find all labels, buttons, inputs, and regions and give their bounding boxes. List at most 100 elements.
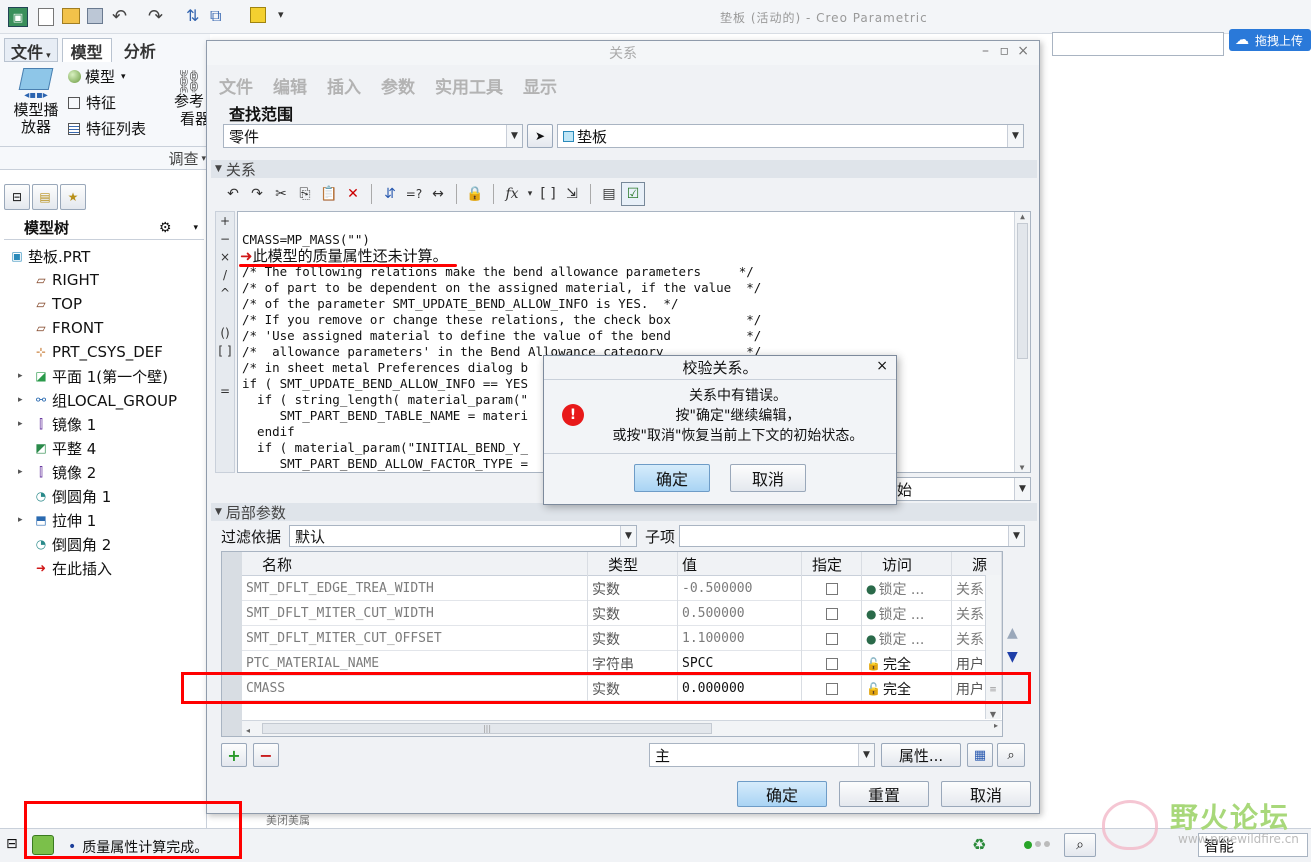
remove-param-button[interactable]: − bbox=[253, 743, 279, 767]
editor-scrollbar[interactable]: ▲ ▼ bbox=[1014, 212, 1030, 472]
verify-ok-button[interactable]: 确定 bbox=[634, 464, 710, 492]
menu-params[interactable]: 参数 bbox=[381, 73, 415, 98]
op-minus[interactable]: − bbox=[216, 230, 234, 248]
op-plus[interactable]: + bbox=[216, 212, 234, 230]
close-icon[interactable]: × bbox=[876, 358, 888, 374]
tree-item[interactable]: ⊹ PRT_CSYS_DEF bbox=[18, 340, 163, 364]
regenerate-icon[interactable]: ⇅ bbox=[186, 6, 199, 25]
switch-dims-icon[interactable]: ⇵ bbox=[378, 182, 402, 206]
redo-icon[interactable]: ↷ bbox=[148, 6, 163, 27]
tab-file[interactable]: 文件 ▾ bbox=[4, 38, 58, 62]
column-header[interactable]: 值 bbox=[678, 552, 802, 576]
sort-icon[interactable]: ⇲ bbox=[560, 182, 584, 206]
tab-folder-browser[interactable]: ▤ bbox=[32, 184, 58, 210]
tab-model-tree[interactable]: ⊟ bbox=[4, 184, 30, 210]
upload-button[interactable]: ☁ 拖拽上传 bbox=[1229, 29, 1311, 51]
expand-icon[interactable]: ▸ bbox=[18, 395, 32, 405]
part-select[interactable]: 垫板 ▼ bbox=[557, 124, 1024, 148]
paste-icon[interactable]: 📋 bbox=[317, 182, 341, 206]
designate-checkbox[interactable] bbox=[802, 626, 862, 651]
reset-button[interactable]: 重置 bbox=[839, 781, 929, 807]
delete-icon[interactable]: ✕ bbox=[341, 182, 365, 206]
op-paren[interactable]: () bbox=[216, 324, 234, 342]
windows-icon[interactable]: ⧉ bbox=[210, 6, 221, 26]
table-row[interactable]: SMT_DFLT_MITER_CUT_WIDTH 实数 0.500000 ● 锁定 ..… bbox=[242, 601, 1002, 626]
cell-type[interactable]: 实数 bbox=[588, 626, 678, 651]
tab-model[interactable]: 模型 bbox=[61, 38, 112, 62]
op-equals[interactable]: = bbox=[216, 382, 234, 400]
tree-toggle-icon[interactable]: ⊟ bbox=[6, 836, 18, 852]
op-bracket[interactable]: [ ] bbox=[216, 342, 234, 360]
tree-item[interactable]: ▱ TOP bbox=[18, 292, 82, 316]
chevron-down-icon[interactable]: ▾ bbox=[524, 182, 536, 206]
function-icon[interactable]: fx bbox=[500, 182, 524, 206]
brackets-icon[interactable]: [ ] bbox=[536, 182, 560, 206]
add-param-button[interactable]: + bbox=[221, 743, 247, 767]
find-icon[interactable]: ⌕ bbox=[1064, 833, 1096, 857]
child-select[interactable]: ▼ bbox=[679, 525, 1025, 547]
hidden-combo[interactable]: 始 ▼ bbox=[891, 477, 1031, 501]
tree-item[interactable]: ▸ ⬒ 拉伸 1 bbox=[18, 508, 96, 532]
main-select[interactable]: 主 ▼ bbox=[649, 743, 875, 767]
tree-item[interactable]: ▱ FRONT bbox=[18, 316, 103, 340]
tree-item[interactable]: ▸ ◪ 平面 1(第一个壁) bbox=[18, 364, 168, 388]
designate-checkbox[interactable] bbox=[802, 576, 862, 601]
lock-icon[interactable]: 🔒 bbox=[463, 182, 487, 206]
show-dim-icon[interactable]: ↔ bbox=[426, 182, 450, 206]
tree-item[interactable]: ➜ 在此插入 bbox=[18, 556, 112, 580]
undo-icon[interactable]: ↶ bbox=[221, 182, 245, 206]
reference-viewer-button[interactable]: ⛓ 参考 看器 bbox=[168, 72, 210, 129]
cell-name[interactable]: SMT_DFLT_MITER_CUT_OFFSET bbox=[242, 626, 588, 651]
feature-list-button[interactable]: 特征列表 bbox=[68, 118, 146, 139]
cell-type[interactable]: 实数 bbox=[588, 576, 678, 601]
feature-button[interactable]: 特征 bbox=[68, 92, 116, 113]
menu-insert[interactable]: 插入 bbox=[327, 73, 361, 98]
chevron-down-icon[interactable]: ▾ bbox=[193, 223, 198, 233]
tree-item[interactable]: ◩ 平整 4 bbox=[18, 436, 96, 460]
cell-type[interactable]: 实数 bbox=[588, 601, 678, 626]
tree-item[interactable]: ▸ ⚯ 组LOCAL_GROUP bbox=[18, 388, 177, 412]
app-icon[interactable]: ▣ bbox=[8, 7, 28, 27]
tree-item[interactable]: ◔ 倒圆角 1 bbox=[18, 484, 112, 508]
relations-section-header[interactable]: ▼ 关系 bbox=[211, 160, 1037, 179]
cancel-button[interactable]: 取消 bbox=[941, 781, 1031, 807]
column-header[interactable]: 类型 bbox=[588, 552, 678, 576]
units-icon[interactable]: ▤ bbox=[597, 182, 621, 206]
menu-display[interactable]: 显示 bbox=[523, 73, 557, 98]
redo-icon[interactable]: ↷ bbox=[245, 182, 269, 206]
move-up-icon[interactable]: ▲ bbox=[1007, 625, 1018, 641]
model-button[interactable]: 模型 ▾ bbox=[68, 66, 126, 87]
table-row[interactable]: SMT_DFLT_EDGE_TREA_WIDTH 实数 -0.500000 ● 锁定 .… bbox=[242, 576, 1002, 601]
tree-item[interactable]: ▱ RIGHT bbox=[18, 268, 99, 292]
tab-analysis[interactable]: 分析 bbox=[116, 38, 164, 62]
customize-icon[interactable]: ▾ bbox=[278, 8, 284, 21]
table-view-icon[interactable]: ▦ bbox=[967, 743, 993, 767]
tree-item[interactable]: ▣ 垫板.PRT bbox=[8, 244, 90, 268]
select-pointer-button[interactable]: ➤ bbox=[527, 124, 553, 148]
copy-icon[interactable]: ⎘ bbox=[293, 182, 317, 206]
tree-item[interactable]: ◔ 倒圆角 2 bbox=[18, 532, 112, 556]
op-power[interactable]: ^ bbox=[216, 284, 234, 302]
column-header[interactable]: 名称 bbox=[242, 552, 588, 576]
ok-button[interactable]: 确定 bbox=[737, 781, 827, 807]
cell-access[interactable]: ● 锁定 ... bbox=[862, 626, 952, 651]
find-param-icon[interactable]: ⌕ bbox=[997, 743, 1025, 767]
model-player-button[interactable]: ◂▪▪▸ 模型播 放器 bbox=[8, 66, 64, 142]
move-down-icon[interactable]: ▼ bbox=[1007, 649, 1018, 665]
cell-name[interactable]: SMT_DFLT_EDGE_TREA_WIDTH bbox=[242, 576, 588, 601]
column-header[interactable]: 指定 bbox=[802, 552, 862, 576]
regen-status-icon[interactable]: ♻ bbox=[972, 835, 986, 854]
expand-icon[interactable]: ▸ bbox=[18, 467, 32, 477]
cell-access[interactable]: ● 锁定 ... bbox=[862, 576, 952, 601]
undo-icon[interactable]: ↶ bbox=[112, 6, 127, 27]
evaluate-icon[interactable]: =? bbox=[402, 182, 426, 206]
column-header[interactable]: 访问 bbox=[862, 552, 952, 576]
cell-value[interactable]: 1.100000 bbox=[678, 626, 802, 651]
tab-favorites[interactable]: ★ bbox=[60, 184, 86, 210]
verify-cancel-button[interactable]: 取消 bbox=[730, 464, 806, 492]
close-icon[interactable]: × bbox=[1017, 43, 1029, 59]
tree-item[interactable]: ▸ ⫿ 镜像 1 bbox=[18, 412, 96, 436]
expand-icon[interactable]: ▸ bbox=[18, 515, 32, 525]
close-window-icon[interactable] bbox=[250, 7, 266, 23]
settings-icon[interactable]: ⚙ bbox=[159, 220, 172, 236]
